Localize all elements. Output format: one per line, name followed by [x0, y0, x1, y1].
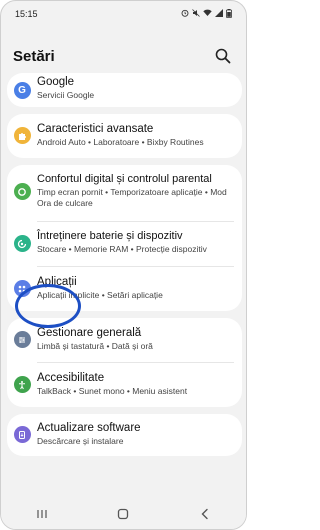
alarm-icon [181, 9, 189, 19]
item-title: Accesibilitate [37, 372, 105, 384]
settings-card: Actualizare software Descărcare și insta… [7, 414, 242, 456]
battery-icon [226, 8, 232, 20]
item-subtitle: Android Auto • Laboratoare • Bixby Routi… [37, 137, 204, 147]
status-time: 15:15 [15, 9, 38, 19]
item-subtitle: Timp ecran pornit • Temporizatoare aplic… [37, 187, 227, 208]
item-title: Google [37, 76, 75, 88]
item-title: Gestionare generală [37, 327, 142, 339]
settings-item-advanced-features[interactable]: Caracteristici avansate Android Auto • L… [7, 114, 242, 158]
google-icon: G [13, 82, 31, 99]
item-subtitle: Servicii Google [37, 90, 95, 100]
phone-frame: 15:15 Setări G Google Servicii Google Ca… [0, 0, 247, 530]
search-icon [215, 48, 231, 64]
wifi-icon [203, 9, 212, 19]
recent-apps-button[interactable] [27, 503, 57, 525]
settings-item-battery-device-care[interactable]: Întreținere baterie și dispozitiv Stocar… [7, 222, 242, 266]
status-icons [181, 8, 232, 20]
highlight-ring [15, 284, 81, 328]
item-subtitle: Limbă și tastatură • Dată și oră [37, 341, 153, 351]
item-subtitle: TalkBack • Sunet mono • Meniu asistent [37, 386, 188, 396]
item-title: Întreținere baterie și dispozitiv [37, 230, 183, 242]
settings-item-software-update[interactable]: Actualizare software Descărcare și insta… [7, 414, 242, 456]
settings-card: Caracteristici avansate Android Auto • L… [7, 114, 242, 158]
accessibility-icon [13, 376, 31, 393]
settings-item-google[interactable]: G Google Servicii Google [7, 73, 242, 107]
item-subtitle: Descărcare și instalare [37, 436, 124, 446]
puzzle-icon [13, 127, 31, 144]
digital-wellbeing-icon [13, 183, 31, 200]
software-update-icon [13, 426, 31, 443]
sliders-icon [13, 331, 31, 348]
status-bar: 15:15 [1, 1, 246, 27]
settings-card: Gestionare generală Limbă și tastatură •… [7, 318, 242, 407]
page-title: Setări [13, 47, 55, 65]
settings-card: G Google Servicii Google [7, 73, 242, 107]
mute-icon [192, 9, 200, 19]
settings-list: G Google Servicii Google Caracteristici … [7, 73, 242, 463]
search-button[interactable] [214, 47, 232, 65]
recent-apps-icon [37, 510, 47, 518]
back-button[interactable] [190, 503, 220, 525]
header: Setări [1, 43, 246, 69]
device-care-icon [13, 235, 31, 252]
settings-item-digital-wellbeing[interactable]: Confortul digital și controlul parental … [7, 165, 242, 221]
item-title: Actualizare software [37, 422, 141, 434]
item-title: Caracteristici avansate [37, 123, 154, 135]
navigation-bar [1, 499, 246, 529]
home-button[interactable] [108, 503, 138, 525]
back-icon [201, 508, 208, 520]
item-title: Confortul digital și controlul parental [37, 173, 212, 185]
home-icon [118, 508, 129, 520]
item-subtitle: Stocare • Memorie RAM • Protecție dispoz… [37, 244, 207, 254]
signal-icon [215, 9, 223, 19]
settings-item-accessibility[interactable]: Accesibilitate TalkBack • Sunet mono • M… [7, 363, 242, 407]
